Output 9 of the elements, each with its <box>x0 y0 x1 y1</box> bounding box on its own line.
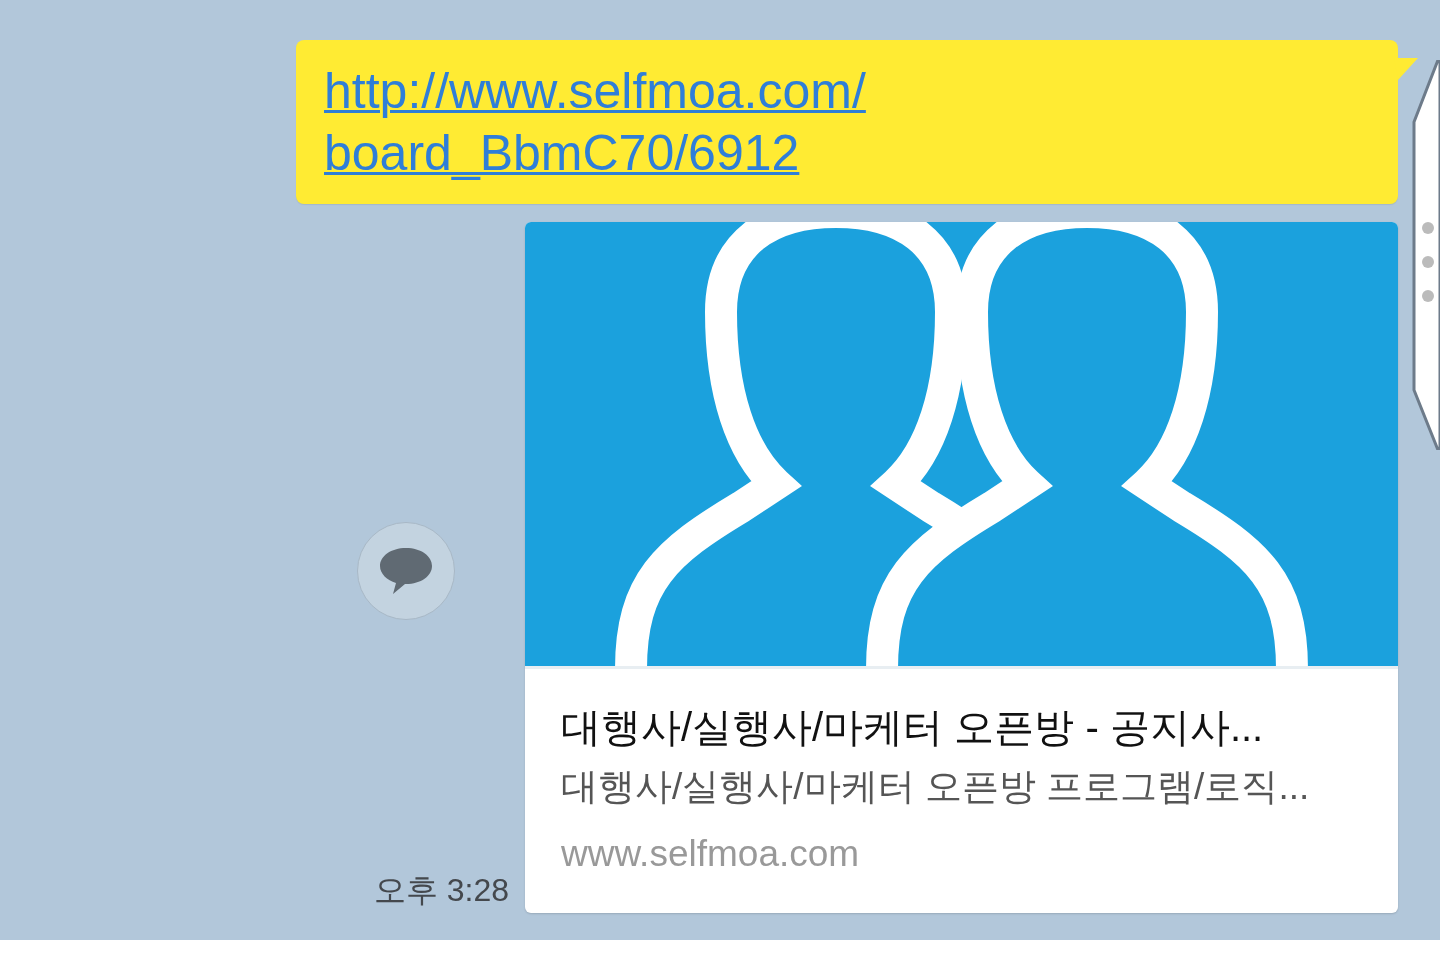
message-time: 오후 3:28 <box>373 871 509 910</box>
preview-title: 대행사/실행사/마케터 오픈방 - 공지사... <box>561 704 1265 751</box>
preview-description: 대행사/실행사/마케터 오픈방 프로그램/로직... <box>561 765 1311 809</box>
preview-domain: www.selfmoa.com <box>561 832 861 876</box>
link-preview-card[interactable]: 대행사/실행사/마케터 오픈방 - 공지사... 대행사/실행사/마케터 오픈방 프로그램/로직... www.selfmoa.com <box>525 222 1398 913</box>
url-link[interactable]: board_BbmC70/6912 <box>324 122 800 184</box>
side-panel-handle[interactable] <box>1410 60 1440 450</box>
url-link[interactable]: http://www.selfmoa.com/ <box>324 60 866 122</box>
speech-bubble-icon <box>378 546 434 596</box>
